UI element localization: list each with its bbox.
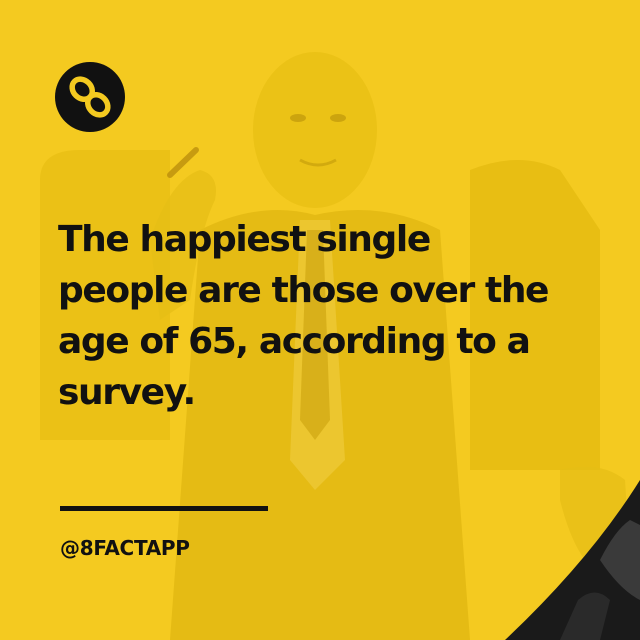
infinity-eight-icon — [55, 62, 125, 132]
fact-text: The happiest single people are those ove… — [58, 214, 618, 418]
fact-line: age of 65, according to a — [58, 321, 531, 362]
fact-line: people are those over the — [58, 270, 549, 311]
fact-card: The happiest single people are those ove… — [0, 0, 640, 640]
fact-line: The happiest single — [58, 219, 431, 260]
social-handle: @8FACTAPP — [60, 536, 190, 560]
divider — [60, 506, 268, 511]
fact-line: survey. — [58, 372, 196, 413]
